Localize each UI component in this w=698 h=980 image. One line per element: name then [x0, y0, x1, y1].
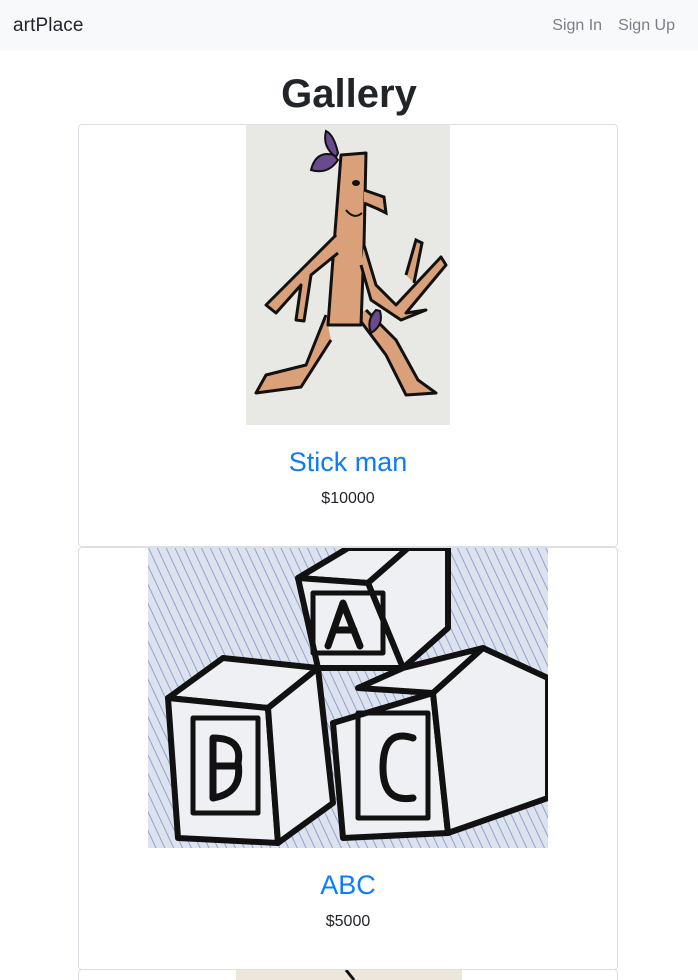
nav-links: Sign In Sign Up — [552, 17, 675, 35]
artwork-price: $5000 — [325, 913, 371, 930]
navbar: artPlace Sign In Sign Up — [0, 0, 698, 51]
artwork-price: $10000 — [321, 490, 375, 507]
brand-link[interactable]: artPlace — [13, 15, 84, 37]
sign-in-link[interactable]: Sign In — [552, 17, 602, 35]
artwork-image-stick-man[interactable] — [246, 125, 450, 425]
artwork-card — [78, 969, 618, 980]
artwork-image-abc-blocks[interactable] — [148, 548, 548, 848]
artwork-card: Stick man $10000 — [78, 124, 618, 547]
artwork-title-link[interactable]: Stick man — [79, 445, 617, 479]
artwork-image[interactable] — [236, 970, 462, 980]
sign-up-link[interactable]: Sign Up — [618, 17, 675, 35]
artwork-card: ABC $5000 — [78, 547, 618, 970]
artwork-title-link[interactable]: ABC — [79, 868, 617, 902]
page-title: Gallery — [281, 72, 417, 116]
